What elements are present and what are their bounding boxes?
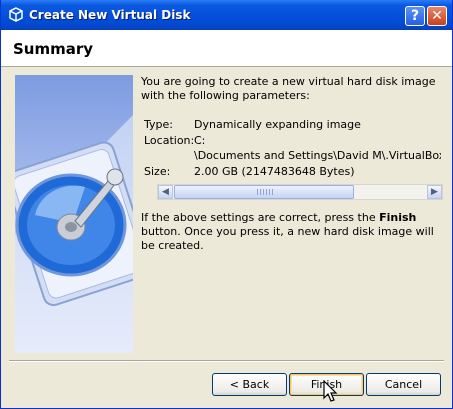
hard-disk-illustration [15,75,133,353]
help-button[interactable]: ? [405,6,425,26]
window-title: Create New Virtual Disk [29,8,191,22]
summary-closing: If the above settings are correct, press… [141,211,443,253]
close-icon: ✕ [431,8,443,24]
summary-intro: You are going to create a new virtual ha… [141,75,436,102]
horizontal-scrollbar[interactable]: ◀ ▶ [157,184,443,200]
virtualbox-cube-icon [9,7,23,22]
scrollbar-thumb[interactable] [174,185,354,199]
wizard-header: Summary [1,30,452,67]
dialog-window: Create New Virtual Disk ? ✕ Summary You … [0,0,453,409]
close-button[interactable]: ✕ [427,6,447,26]
scroll-left-arrow-icon[interactable]: ◀ [158,185,173,199]
param-label: Size: [144,165,171,178]
closing-text-prefix: If the above settings are correct, press… [141,211,380,224]
param-value: 2.00 GB (2147483648 Bytes) [194,165,355,178]
param-value: C: [194,134,206,147]
button-separator [9,360,444,362]
title-bar[interactable]: Create New Virtual Disk ? ✕ [1,0,452,30]
page-title: Summary [13,40,94,58]
param-value: \Documents and Settings\David M\.Virtual… [194,149,441,162]
hard-disk-icon [15,115,133,353]
cancel-button[interactable]: Cancel [366,373,441,396]
closing-text-suffix: button. Once you press it, a new hard di… [141,225,434,252]
param-value: Dynamically expanding image [194,118,361,131]
param-label: Location: [144,134,195,147]
help-icon: ? [410,8,420,24]
back-button[interactable]: < Back [212,373,287,396]
param-label: Type: [144,118,173,131]
mouse-pointer-icon [323,380,338,402]
scroll-right-arrow-icon[interactable]: ▶ [427,185,442,199]
grip-icon [257,189,273,195]
parameters-list: Type: Dynamically expanding image Locati… [141,118,441,218]
closing-text-finish: Finish [379,211,417,224]
